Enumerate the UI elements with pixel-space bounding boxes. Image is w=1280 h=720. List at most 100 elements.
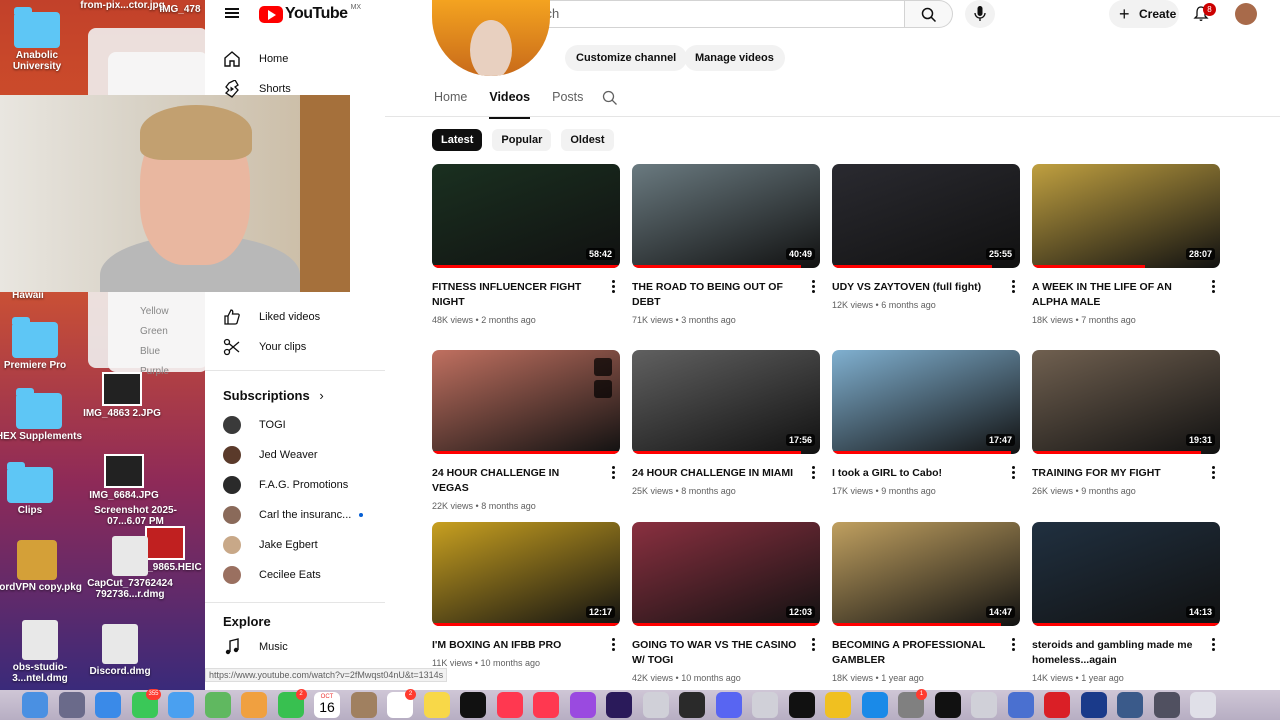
watch-later-icon[interactable] xyxy=(594,358,612,376)
obs-icon[interactable] xyxy=(679,692,705,718)
add-to-queue-icon[interactable] xyxy=(594,380,612,398)
tab-posts[interactable]: Posts xyxy=(552,90,583,119)
video-thumbnail[interactable]: 40:49 xyxy=(632,164,820,268)
desktop-image-icon[interactable]: Screenshot 2025-07...6.07 PM xyxy=(88,505,183,527)
video-title[interactable]: 24 HOUR CHALLENGE IN VEGAS xyxy=(432,466,597,496)
tab-home[interactable]: Home xyxy=(434,90,467,119)
unknown-app-3-icon[interactable] xyxy=(971,692,997,718)
tab-videos[interactable]: Videos xyxy=(489,90,531,119)
video-title[interactable]: I took a GIRL to Cabo! xyxy=(832,466,997,481)
video-card[interactable]: 14:47 BECOMING A PROFESSIONAL GAMBLER 18K … xyxy=(832,522,1020,683)
calendar-icon[interactable]: OCT 16 xyxy=(314,692,340,718)
menu-icon[interactable] xyxy=(225,6,239,20)
more-options-icon[interactable] xyxy=(1212,280,1216,294)
subscription-item[interactable]: TOGI xyxy=(205,410,385,440)
nordvpn-icon[interactable] xyxy=(1007,692,1034,718)
more-options-icon[interactable] xyxy=(612,466,616,480)
subscription-item[interactable]: F.A.G. Promotions xyxy=(205,470,385,500)
subscription-item[interactable]: Cecilee Eats xyxy=(205,560,385,590)
video-thumbnail[interactable]: 14:47 xyxy=(832,522,1020,626)
desktop-image-icon[interactable]: IMG_6684.JPG xyxy=(79,454,169,501)
video-thumbnail[interactable]: 25:55 xyxy=(832,164,1020,268)
video-title[interactable]: THE ROAD TO BEING OUT OF DEBT xyxy=(632,280,797,310)
desktop-folder-icon[interactable]: HEX Supplements xyxy=(0,388,84,442)
photos-icon[interactable] xyxy=(241,692,267,718)
video-card[interactable]: 19:31 TRAINING FOR MY FIGHT 26K views • 9 … xyxy=(1032,350,1220,496)
voice-search-button[interactable] xyxy=(965,0,995,28)
desktop-dmg-icon[interactable]: obs-studio-3...ntel.dmg xyxy=(0,620,85,684)
more-options-icon[interactable] xyxy=(612,638,616,652)
mail-icon[interactable] xyxy=(168,692,194,718)
video-title[interactable]: 24 HOUR CHALLENGE IN MIAMI xyxy=(632,466,797,481)
video-card[interactable]: 12:17 I'M BOXING AN IFBB PRO 11K views • 1… xyxy=(432,522,620,668)
more-options-icon[interactable] xyxy=(1012,466,1016,480)
channel-search-icon[interactable] xyxy=(602,90,618,106)
more-options-icon[interactable] xyxy=(612,280,616,294)
more-options-icon[interactable] xyxy=(812,638,816,652)
video-card[interactable]: 58:42 FITNESS INFLUENCER FIGHT NIGHT 48K v… xyxy=(432,164,620,325)
appstore-icon[interactable] xyxy=(861,692,888,718)
video-title[interactable]: UDY VS ZAYTOVEN (full fight) xyxy=(832,280,997,295)
more-options-icon[interactable] xyxy=(1212,466,1216,480)
podcasts-icon[interactable] xyxy=(496,692,523,718)
finder-tag-blue[interactable]: Blue xyxy=(140,346,160,357)
safari-icon[interactable] xyxy=(95,692,121,718)
video-card[interactable]: 25:55 UDY VS ZAYTOVEN (full fight) 12K vie… xyxy=(832,164,1020,310)
facetime-icon[interactable]: 2 xyxy=(277,689,307,718)
video-thumbnail[interactable]: 14:13 xyxy=(1032,522,1220,626)
video-title[interactable]: FITNESS INFLUENCER FIGHT NIGHT xyxy=(432,280,597,310)
subscription-item[interactable]: Jed Weaver xyxy=(205,440,385,470)
settings-icon[interactable]: 1 xyxy=(898,689,927,718)
unknown-app-icon[interactable] xyxy=(642,692,669,718)
video-card[interactable]: 17:47 I took a GIRL to Cabo! 17K views • 9… xyxy=(832,350,1020,496)
subscriptions-heading[interactable]: Subscriptions › xyxy=(223,388,324,403)
desktop-dmg-icon[interactable]: CapCut_73762424 792736...r.dmg xyxy=(80,536,180,600)
search-button[interactable] xyxy=(905,0,953,28)
discord-icon[interactable] xyxy=(715,692,742,718)
video-card[interactable]: 17:56 24 HOUR CHALLENGE IN MIAMI 25K views… xyxy=(632,350,820,496)
video-title[interactable]: BECOMING A PROFESSIONAL GAMBLER xyxy=(832,638,997,668)
channel-avatar[interactable] xyxy=(432,0,550,76)
video-thumbnail[interactable] xyxy=(432,350,620,454)
tiktok-icon[interactable] xyxy=(934,692,961,718)
premiere-icon[interactable] xyxy=(606,692,632,718)
chip-oldest[interactable]: Oldest xyxy=(561,129,614,151)
manage-videos-button[interactable]: Manage videos xyxy=(684,45,785,71)
video-card[interactable]: 40:49 THE ROAD TO BEING OUT OF DEBT 71K vi… xyxy=(632,164,820,325)
music-icon[interactable] xyxy=(533,692,559,718)
video-thumbnail[interactable]: 28:07 xyxy=(1032,164,1220,268)
video-thumbnail[interactable]: 17:47 xyxy=(832,350,1020,454)
unknown-app-2-icon[interactable] xyxy=(752,692,778,718)
video-title[interactable]: I'M BOXING AN IFBB PRO xyxy=(432,638,597,653)
chrome-icon[interactable] xyxy=(825,692,851,718)
create-button[interactable]: Create xyxy=(1109,0,1179,28)
desktop-folder-icon[interactable]: Premiere Pro xyxy=(0,317,80,371)
desktop-file-icon[interactable]: IMG_478 xyxy=(150,4,205,15)
chip-popular[interactable]: Popular xyxy=(492,129,552,151)
subscription-item[interactable]: Jake Egbert xyxy=(205,530,385,560)
more-options-icon[interactable] xyxy=(1212,638,1216,652)
launchpad-icon[interactable] xyxy=(58,692,85,718)
video-card[interactable]: 24 HOUR CHALLENGE IN VEGAS 22K views • 8 … xyxy=(432,350,620,511)
video-thumbnail[interactable]: 12:03 xyxy=(632,522,820,626)
video-title[interactable]: A WEEK IN THE LIFE OF AN ALPHA MALE xyxy=(1032,280,1197,310)
video-thumbnail[interactable]: 19:31 xyxy=(1032,350,1220,454)
podcasts-purple-icon[interactable] xyxy=(569,692,596,718)
contacts-icon[interactable] xyxy=(350,692,377,718)
video-card[interactable]: 28:07 A WEEK IN THE LIFE OF AN ALPHA MALE… xyxy=(1032,164,1220,325)
desktop-pkg-icon[interactable]: NordVPN copy.pkg xyxy=(0,540,82,593)
video-card[interactable]: 14:13 steroids and gambling made me homel… xyxy=(1032,522,1220,683)
sidebar-item-home[interactable]: Home xyxy=(205,44,385,74)
video-thumbnail[interactable]: 12:17 xyxy=(432,522,620,626)
sidebar-item-music[interactable]: Music xyxy=(205,632,385,662)
finder-icon[interactable] xyxy=(22,692,48,718)
search-input[interactable]: Search xyxy=(505,0,905,28)
more-options-icon[interactable] xyxy=(812,280,816,294)
sidebar-item-liked-videos[interactable]: Liked videos xyxy=(205,302,385,332)
bitdefender-icon[interactable] xyxy=(1080,692,1107,718)
desktop-folder-icon[interactable]: Clips xyxy=(0,462,75,516)
notes-icon[interactable] xyxy=(423,692,450,718)
trash-icon[interactable] xyxy=(1190,692,1216,718)
reminders-icon[interactable]: 2 xyxy=(387,689,416,718)
vpn-icon[interactable] xyxy=(1117,692,1143,718)
